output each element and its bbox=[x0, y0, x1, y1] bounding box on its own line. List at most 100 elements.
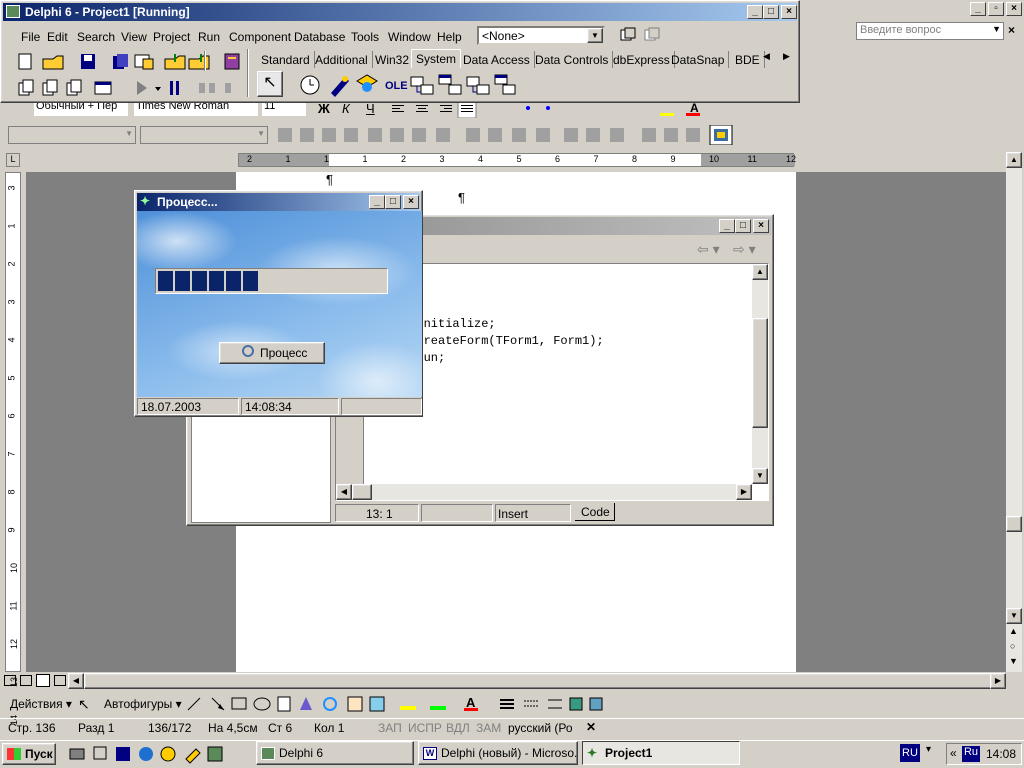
font-color-icon[interactable]: A bbox=[690, 101, 699, 115]
language-indicator[interactable]: RU bbox=[900, 744, 920, 762]
desktop-toolbar-icons[interactable] bbox=[617, 26, 663, 46]
forward-arrow-icon[interactable]: ⇨ ▾ bbox=[733, 241, 756, 258]
task-project1[interactable]: ✦ Project1 bbox=[582, 741, 740, 765]
palette-tab-win32[interactable]: Win32 bbox=[371, 51, 415, 68]
scroll-thumb[interactable] bbox=[1006, 516, 1022, 532]
task-word[interactable]: W Delphi (новый) - Microso... bbox=[418, 741, 578, 765]
status-ext[interactable]: ВДЛ bbox=[446, 721, 470, 735]
scroll-up-button[interactable]: ▲ bbox=[752, 264, 768, 280]
menu-component[interactable]: Component bbox=[229, 30, 291, 44]
horizontal-scrollbar[interactable]: ◀ ▶ bbox=[68, 673, 1006, 689]
status-ovr[interactable]: ЗАМ bbox=[476, 721, 501, 735]
palette-scroll-right[interactable]: ▶ bbox=[783, 51, 790, 62]
word-forms-toolbar[interactable] bbox=[276, 125, 746, 145]
scroll-down-button[interactable]: ▼ bbox=[1006, 608, 1022, 624]
start-button[interactable]: Пуск bbox=[2, 743, 56, 765]
palette-tab-data-controls[interactable]: Data Controls bbox=[531, 51, 614, 68]
component-combo[interactable]: <None> ▼ bbox=[477, 26, 605, 45]
code-tab[interactable]: Code bbox=[575, 503, 615, 521]
view-buttons[interactable] bbox=[2, 673, 66, 689]
editor-hscrollbar[interactable]: ◀ ▶ bbox=[336, 484, 752, 500]
scroll-thumb[interactable] bbox=[84, 673, 992, 689]
word-combo-a[interactable]: ▼ bbox=[8, 126, 136, 144]
scroll-right-button[interactable]: ▶ bbox=[990, 673, 1006, 689]
chevron-down-icon[interactable]: ▼ bbox=[992, 24, 1001, 34]
palette-tab-bde[interactable]: BDE bbox=[731, 51, 765, 68]
menu-edit[interactable]: Edit bbox=[47, 30, 68, 44]
chevron-down-icon[interactable]: ▼ bbox=[587, 28, 603, 43]
scroll-down-button[interactable]: ▼ bbox=[752, 468, 768, 484]
menu-search[interactable]: Search bbox=[77, 30, 115, 44]
select-objects-icon[interactable]: ↖ bbox=[78, 696, 90, 713]
editor-vscrollbar[interactable]: ▲ ▼ bbox=[752, 264, 768, 484]
task-delphi[interactable]: Delphi 6 bbox=[256, 741, 414, 765]
bold-icon[interactable]: Ж bbox=[318, 101, 330, 116]
tray-expand-icon[interactable]: « bbox=[950, 746, 957, 760]
tray-language[interactable]: Ru bbox=[962, 746, 980, 762]
palette-tab-standard[interactable]: Standard bbox=[257, 51, 315, 68]
menu-help[interactable]: Help bbox=[437, 30, 462, 44]
palette-tab-dbexpress[interactable]: dbExpress bbox=[609, 51, 675, 68]
vertical-ruler[interactable]: 3123456789101112131415 bbox=[5, 172, 21, 763]
editor-maximize-button[interactable]: □ bbox=[735, 219, 751, 233]
status-trk[interactable]: ИСПР bbox=[408, 721, 442, 735]
word-combo-b[interactable]: ▼ bbox=[140, 126, 268, 144]
word-close-doc-button[interactable]: × bbox=[1008, 23, 1015, 37]
process-button[interactable]: Процесс bbox=[219, 342, 325, 364]
word-minimize-button[interactable]: _ bbox=[970, 2, 986, 16]
print-view-icon[interactable] bbox=[36, 674, 50, 687]
editor-close-button[interactable]: × bbox=[753, 219, 769, 233]
scroll-right-button[interactable]: ▶ bbox=[736, 484, 752, 500]
underline-icon[interactable]: Ч bbox=[366, 101, 375, 116]
scroll-up-button[interactable]: ▲ bbox=[1006, 152, 1022, 168]
scroll-thumb[interactable] bbox=[352, 484, 372, 500]
palette-tab-additional[interactable]: Additional bbox=[311, 51, 373, 68]
scroll-left-button[interactable]: ◀ bbox=[68, 673, 84, 689]
web-view-icon[interactable] bbox=[20, 675, 32, 686]
quick-launch[interactable] bbox=[66, 743, 238, 765]
scroll-left-button[interactable]: ◀ bbox=[336, 484, 352, 500]
next-page-icon[interactable]: ▼ bbox=[1009, 656, 1018, 666]
process-title-bar[interactable]: ✦ Процесс... _ □ × bbox=[137, 193, 420, 211]
process-minimize-button[interactable]: _ bbox=[369, 195, 385, 209]
process-close-button[interactable]: × bbox=[403, 195, 419, 209]
outline-view-icon[interactable] bbox=[54, 675, 66, 686]
system-palette-icons[interactable]: OLE bbox=[293, 71, 523, 99]
status-rec[interactable]: ЗАП bbox=[378, 721, 402, 735]
delphi-title-bar[interactable]: Delphi 6 - Project1 [Running] _ □ × bbox=[3, 3, 797, 21]
pointer-tool[interactable]: ↖ bbox=[257, 71, 283, 97]
menu-view[interactable]: View bbox=[121, 30, 147, 44]
vertical-scrollbar[interactable]: ▲ ▼ ▲ ○ ▼ bbox=[1006, 152, 1022, 672]
drawing-tools[interactable]: A bbox=[184, 694, 624, 714]
standard-toolbar[interactable] bbox=[15, 51, 247, 73]
scroll-thumb[interactable] bbox=[752, 318, 768, 428]
menu-project[interactable]: Project bbox=[153, 30, 190, 44]
palette-tab-system[interactable]: System bbox=[411, 49, 462, 68]
editor-minimize-button[interactable]: _ bbox=[719, 219, 735, 233]
menu-file[interactable]: File bbox=[21, 30, 40, 44]
close-button[interactable]: × bbox=[781, 5, 797, 19]
italic-icon[interactable]: К bbox=[342, 101, 350, 116]
maximize-button[interactable]: □ bbox=[763, 5, 779, 19]
process-maximize-button[interactable]: □ bbox=[385, 195, 401, 209]
minimize-button[interactable]: _ bbox=[747, 5, 763, 19]
spelling-status-icon[interactable]: ✕ bbox=[586, 720, 596, 734]
view-run-toolbar[interactable] bbox=[15, 77, 247, 99]
palette-tab-datasnap[interactable]: DataSnap bbox=[667, 51, 730, 68]
word-restore-button[interactable]: ▫ bbox=[988, 2, 1004, 16]
prev-page-icon[interactable]: ▲ bbox=[1009, 626, 1018, 636]
select-browse-icon[interactable]: ○ bbox=[1010, 641, 1015, 651]
drawing-actions-menu[interactable]: Действия ▾ bbox=[10, 697, 72, 711]
menu-window[interactable]: Window bbox=[388, 30, 431, 44]
horizontal-ruler[interactable]: 2 1 1 1 2 3 4 5 6 7 8 9 10 11 12 bbox=[238, 153, 796, 167]
autoshapes-menu[interactable]: Автофигуры ▾ bbox=[104, 697, 182, 711]
tray-menu-icon[interactable]: ▾ bbox=[926, 744, 931, 755]
clock[interactable]: 14:08 bbox=[986, 747, 1016, 761]
menu-tools[interactable]: Tools bbox=[351, 30, 379, 44]
word-help-box[interactable]: Введите вопрос ▼ bbox=[856, 22, 1004, 40]
palette-scroll-left[interactable]: ◀ bbox=[763, 51, 770, 62]
menu-run[interactable]: Run bbox=[198, 30, 220, 44]
ruler-corner[interactable]: L bbox=[6, 153, 20, 167]
align-icons[interactable] bbox=[388, 102, 728, 118]
palette-tab-data-access[interactable]: Data Access bbox=[459, 51, 535, 68]
